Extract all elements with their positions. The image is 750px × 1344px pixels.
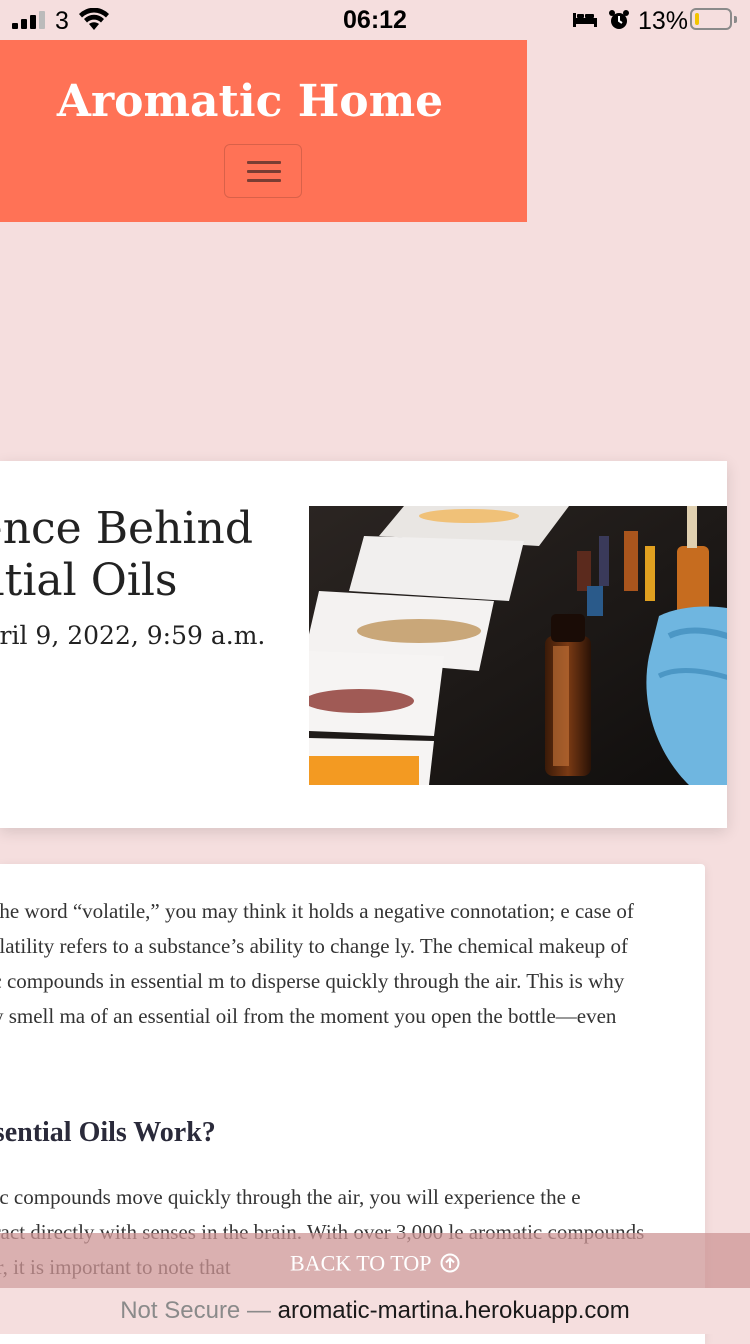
battery-level-fill [695, 13, 699, 25]
back-to-top-button[interactable]: BACK TO TOP [0, 1233, 750, 1288]
alarm-icon [609, 10, 629, 29]
sleep-mode-icon [573, 13, 597, 27]
site-title-link[interactable]: Aromatic Home [0, 76, 500, 127]
article-heading: How Do Essential Oils Work? [0, 1115, 658, 1150]
battery-percentage: 13% [638, 7, 689, 35]
post-title-visible-1: ence Behind [0, 503, 253, 554]
browser-address-bar[interactable]: Not Secure — aromatic-martina.herokuapp.… [0, 1288, 750, 1334]
battery-icon [690, 8, 737, 30]
post-featured-image [309, 506, 727, 785]
back-to-top-label: BACK TO TOP [290, 1250, 432, 1276]
post-date-visible: ril 9, 2022, 9:59 a.m. [0, 621, 266, 650]
post-date: Posted April 9, 2022, 9:59 a.m. [0, 621, 273, 650]
article-heading-text: ssential Oils Work? [0, 1117, 216, 1148]
post-header-card: Science Behind Essential Oils Posted Apr… [0, 461, 727, 828]
hamburger-icon [247, 161, 281, 164]
site-header: Aromatic Home [0, 40, 527, 222]
url-text: aromatic-martina.herokuapp.com [277, 1297, 630, 1324]
post-title-line-2: Essential Oils [0, 555, 178, 606]
status-bar: 3 06:12 13% [0, 0, 750, 40]
security-warning: Not Secure — [120, 1297, 271, 1324]
post-title-visible-2: l Oils [62, 555, 178, 606]
post-title: Science Behind Essential Oils [0, 503, 253, 607]
arrow-up-circle-icon [440, 1253, 460, 1273]
nav-menu-toggle-button[interactable] [224, 144, 302, 198]
article-paragraph-1-text: r the word “volatile,” you may think it … [0, 899, 634, 1028]
article-paragraph-1: When you hear the word “volatile,” you m… [0, 894, 658, 1069]
post-title-line-1: Science Behind [0, 503, 253, 555]
